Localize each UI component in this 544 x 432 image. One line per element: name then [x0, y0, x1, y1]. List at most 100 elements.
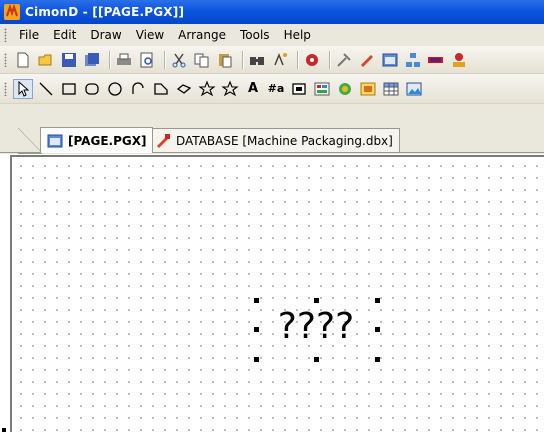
replace-button[interactable]: [270, 50, 290, 70]
menu-arrange[interactable]: Arrange: [172, 28, 234, 42]
selection-handle-middle-left[interactable]: [254, 327, 259, 332]
button-tool-button[interactable]: [289, 79, 309, 99]
selection-handle-top-center[interactable]: [314, 298, 319, 303]
document-tabs: [PAGE.PGX] DATABASE [Machine Packaging.d…: [0, 104, 544, 154]
tab-database[interactable]: DATABASE [Machine Packaging.dbx]: [148, 128, 400, 152]
window-title: CimonD - [[PAGE.PGX]]: [25, 5, 185, 19]
menu-view-label: View: [135, 28, 165, 42]
database-icon: [361, 54, 373, 67]
image-tool-button[interactable]: [312, 79, 332, 99]
battery-button[interactable]: [426, 50, 446, 70]
cut-button[interactable]: [169, 50, 189, 70]
main-toolbar: [0, 46, 544, 74]
select-icon: [18, 80, 30, 97]
menu-bar: File Edit Draw View Arrange Tools Help: [0, 24, 544, 46]
draw-toolbar: A #a: [0, 74, 544, 104]
copy-button[interactable]: [192, 50, 212, 70]
database-button[interactable]: [357, 50, 377, 70]
rectangle-icon: [62, 82, 76, 95]
print-button[interactable]: [114, 50, 134, 70]
rounded-rectangle-icon: [85, 82, 99, 95]
new-button[interactable]: [13, 50, 33, 70]
ellipse-icon: [108, 81, 122, 96]
replace-icon: [274, 52, 287, 65]
star-outline-tool-button[interactable]: [220, 79, 240, 99]
picture-tool-button[interactable]: [404, 79, 424, 99]
find-icon: [250, 56, 264, 65]
menu-edit[interactable]: Edit: [47, 28, 84, 42]
rectangle-tool-button[interactable]: [59, 79, 79, 99]
print-preview-button[interactable]: [137, 50, 157, 70]
selection-handle-bottom-right[interactable]: [375, 357, 380, 362]
save-all-icon: [85, 52, 99, 66]
user-button[interactable]: [449, 50, 469, 70]
polygon-icon: [154, 82, 168, 95]
symbol-tool-button[interactable]: [335, 79, 355, 99]
selected-text-object[interactable]: ????: [248, 296, 384, 358]
picture-icon: [406, 82, 422, 95]
toolbar-grip[interactable]: [4, 52, 7, 67]
user-icon: [453, 52, 465, 67]
tab-page[interactable]: [PAGE.PGX]: [40, 127, 154, 153]
page-icon: [47, 134, 63, 147]
menu-view[interactable]: View: [130, 28, 172, 42]
page-button[interactable]: [380, 50, 400, 70]
menu-tools-label: Tools: [240, 28, 270, 42]
text-tool-button[interactable]: A: [243, 79, 263, 99]
save-icon: [62, 52, 76, 67]
polygon-tool-button[interactable]: [151, 79, 171, 99]
menu-edit-label: Edit: [53, 28, 77, 42]
cimon-logo-icon: [4, 4, 20, 20]
bitmap-tool-button[interactable]: [358, 79, 378, 99]
polyline-tool-button[interactable]: [174, 79, 194, 99]
star-tool-button[interactable]: [197, 79, 217, 99]
rounded-rectangle-tool-button[interactable]: [82, 79, 102, 99]
toolbar-grip[interactable]: [4, 81, 7, 96]
star-outline-icon: [221, 80, 239, 96]
menu-help[interactable]: Help: [278, 28, 319, 42]
selection-handle-top-left[interactable]: [254, 298, 259, 303]
selection-handle-bottom-left[interactable]: [254, 357, 259, 362]
menu-help-label: Help: [283, 28, 311, 42]
arc-tool-button[interactable]: [128, 79, 148, 99]
find-button[interactable]: [247, 50, 267, 70]
tag-text-icon: #a: [267, 82, 285, 95]
drawing-canvas[interactable]: [10, 155, 544, 432]
tag-button[interactable]: [302, 50, 322, 70]
selection-handle-middle-right[interactable]: [375, 327, 380, 332]
open-button[interactable]: [36, 50, 56, 70]
copy-icon: [194, 53, 209, 67]
line-tool-button[interactable]: [36, 79, 56, 99]
toolbar-separator: [329, 50, 330, 69]
image-icon: [314, 82, 330, 95]
database-icon: [157, 133, 170, 148]
toolbar-separator: [297, 50, 298, 69]
selection-handle-top-right[interactable]: [375, 298, 380, 303]
tag-text-tool-button[interactable]: #a: [266, 79, 286, 99]
open-icon: [38, 54, 52, 65]
toolbar-separator: [109, 50, 110, 69]
network-button[interactable]: [403, 50, 423, 70]
menu-grip[interactable]: [4, 28, 7, 42]
line-icon: [39, 82, 53, 95]
ellipse-tool-button[interactable]: [105, 79, 125, 99]
menu-draw-label: Draw: [90, 28, 122, 42]
save-all-button[interactable]: [82, 50, 102, 70]
menu-tools[interactable]: Tools: [234, 28, 278, 42]
canvas-resize-grip[interactable]: [2, 428, 6, 432]
selection-handle-bottom-center[interactable]: [314, 357, 319, 362]
toolbar-separator: [242, 50, 243, 69]
tag-icon: [306, 53, 318, 66]
menu-draw[interactable]: Draw: [84, 28, 129, 42]
tools-icon: [337, 52, 351, 67]
tools-button[interactable]: [334, 50, 354, 70]
paste-button[interactable]: [215, 50, 235, 70]
menu-file[interactable]: File: [13, 28, 47, 42]
select-tool-button[interactable]: [13, 78, 33, 99]
table-tool-button[interactable]: [381, 79, 401, 99]
save-button[interactable]: [59, 50, 79, 70]
toolbar-separator: [164, 50, 165, 69]
new-icon: [17, 52, 29, 67]
bitmap-icon: [360, 82, 376, 95]
star-icon: [198, 80, 216, 96]
